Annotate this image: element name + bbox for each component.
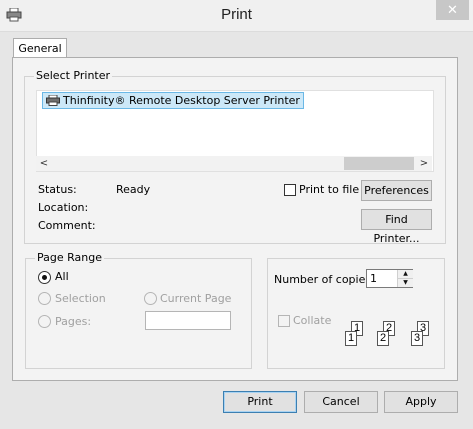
preferences-button[interactable]: Preferences — [361, 180, 432, 201]
collate-page-icon: 1 — [345, 331, 357, 346]
printer-name: Thinfinity® Remote Desktop Server Printe… — [63, 94, 300, 107]
printer-list-scrollbar[interactable]: < > — [36, 156, 432, 171]
page-range-label: Page Range — [35, 251, 104, 264]
page-range-all-radio[interactable] — [38, 271, 51, 284]
cancel-button[interactable]: Cancel — [304, 391, 378, 413]
print-to-file-label: Print to file — [299, 183, 360, 196]
scroll-thumb[interactable] — [344, 157, 414, 170]
close-button[interactable]: ✕ — [436, 0, 469, 20]
page-range-pages-label: Pages: — [55, 315, 92, 328]
title-bar: Print ✕ — [0, 0, 473, 32]
close-icon: ✕ — [447, 2, 458, 18]
copies-spinner[interactable]: ▲ ▼ — [397, 270, 413, 287]
status-label: Status: — [38, 183, 77, 196]
tab-general[interactable]: General — [13, 38, 67, 59]
status-value: Ready — [116, 183, 151, 196]
page-range-all-label: All — [55, 270, 69, 283]
spin-down-icon[interactable]: ▼ — [397, 279, 413, 287]
scroll-right-arrow-icon[interactable]: > — [416, 156, 432, 171]
select-printer-label: Select Printer — [34, 69, 113, 82]
print-to-file-checkbox[interactable] — [284, 184, 296, 196]
collate-checkbox[interactable] — [278, 315, 290, 327]
window-title: Print — [221, 6, 252, 23]
find-printer-button[interactable]: Find Printer... — [361, 209, 432, 245]
number-of-copies-label: Number of copies: — [274, 273, 375, 286]
page-range-pages-radio[interactable] — [38, 315, 51, 328]
apply-button[interactable]: Apply — [384, 391, 458, 413]
scroll-left-arrow-icon[interactable]: < — [36, 156, 52, 171]
print-button[interactable]: Print — [223, 391, 297, 413]
printer-list-item[interactable]: Thinfinity® Remote Desktop Server Printe… — [42, 92, 304, 109]
printer-icon — [46, 95, 60, 106]
page-range-selection-radio[interactable] — [38, 292, 51, 305]
collate-page-icon: 2 — [377, 331, 389, 346]
collate-illustration: 1 1 2 2 3 3 — [341, 321, 437, 349]
spin-up-icon[interactable]: ▲ — [397, 270, 413, 279]
page-range-selection-label: Selection — [55, 292, 106, 305]
comment-label: Comment: — [38, 219, 96, 232]
copies-value: 1 — [370, 272, 377, 285]
collate-page-icon: 3 — [411, 331, 423, 346]
page-range-current-page-label: Current Page — [160, 292, 232, 305]
collate-label: Collate — [293, 314, 332, 327]
page-range-current-page-radio[interactable] — [144, 292, 157, 305]
pages-input[interactable] — [145, 311, 231, 330]
location-label: Location: — [38, 201, 89, 214]
